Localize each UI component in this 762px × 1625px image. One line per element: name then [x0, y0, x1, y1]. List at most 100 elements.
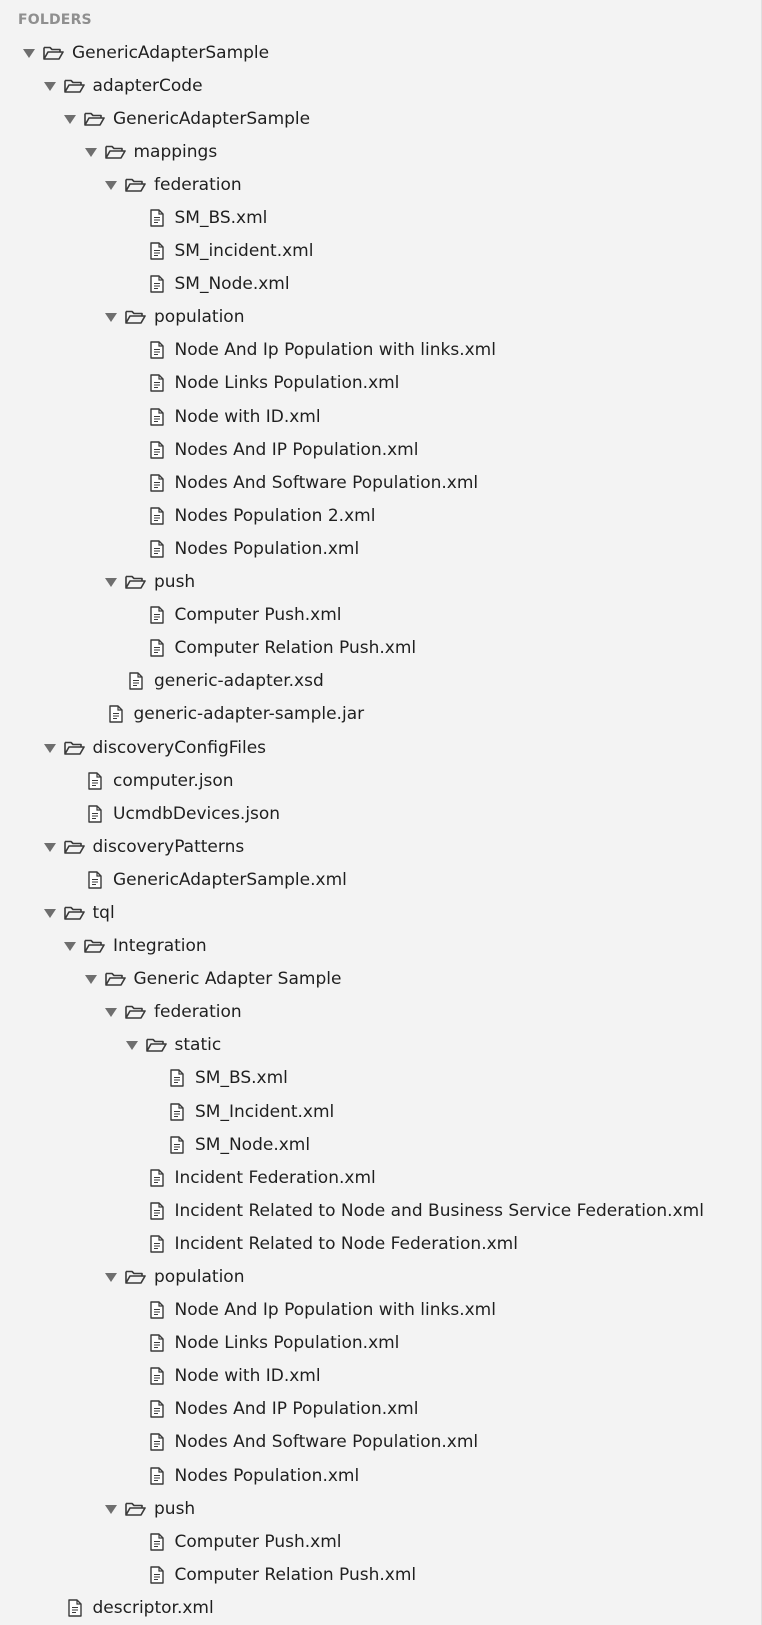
tree-item-label: population [154, 307, 245, 328]
tree-folder-item[interactable]: population [0, 301, 762, 334]
tree-file-item[interactable]: Computer Push.xml [0, 599, 762, 632]
chevron-down-icon[interactable] [104, 310, 118, 324]
tree-file-item[interactable]: Node Links Population.xml [0, 1327, 762, 1360]
tree-folder-item[interactable]: federation [0, 168, 762, 201]
chevron-down-icon[interactable] [43, 906, 57, 920]
tree-file-item[interactable]: Incident Related to Node Federation.xml [0, 1227, 762, 1260]
tree-file-item[interactable]: Nodes And Software Population.xml [0, 1426, 762, 1459]
tree-folder-item[interactable]: Generic Adapter Sample [0, 963, 762, 996]
tree-item-label: mappings [133, 141, 218, 162]
file-icon [149, 341, 164, 360]
chevron-down-icon[interactable] [104, 178, 118, 192]
file-icon [170, 1135, 184, 1154]
tree-file-item[interactable]: SM_BS.xml [0, 201, 762, 234]
tree-folder-item[interactable]: discoveryConfigFiles [0, 731, 762, 764]
tree-item-label: Node with ID.xml [174, 1366, 321, 1387]
tree-folder-item[interactable]: adapterCode [0, 69, 762, 102]
file-icon [149, 1433, 164, 1452]
file-icon [170, 1102, 184, 1121]
tree-item-label: Nodes Population.xml [174, 538, 360, 559]
tree-file-item[interactable]: SM_BS.xml [0, 1062, 762, 1095]
tree-file-item[interactable]: Node with ID.xml [0, 400, 762, 433]
tree-file-item[interactable]: Computer Relation Push.xml [0, 632, 762, 665]
tree-file-item[interactable]: Incident Federation.xml [0, 1161, 762, 1194]
file-icon [149, 1202, 164, 1220]
chevron-down-icon[interactable] [104, 1270, 118, 1284]
tree-item-label: Node Links Population.xml [174, 1333, 400, 1354]
folder-open-icon [125, 178, 146, 192]
tree-file-item[interactable]: Nodes And IP Population.xml [0, 1393, 762, 1426]
chevron-down-icon[interactable] [63, 939, 77, 953]
tree-folder-item[interactable]: discoveryPatterns [0, 830, 762, 863]
chevron-down-icon[interactable] [84, 972, 98, 986]
tree-item-label: GenericAdapterSample [113, 108, 311, 129]
tree-file-item[interactable]: Node And Ip Population with links.xml [0, 334, 762, 367]
tree-file-item[interactable]: Computer Push.xml [0, 1525, 762, 1558]
file-icon [170, 1069, 184, 1088]
chevron-down-icon[interactable] [84, 145, 98, 159]
file-icon [88, 805, 102, 823]
file-icon [149, 275, 164, 293]
tree-file-item[interactable]: Nodes And Software Population.xml [0, 466, 762, 499]
tree-folder-item[interactable]: federation [0, 996, 762, 1029]
tree-file-item[interactable]: generic-adapter.xsd [0, 665, 762, 698]
chevron-down-icon[interactable] [43, 840, 57, 854]
chevron-down-icon[interactable] [63, 112, 77, 126]
file-icon [149, 540, 164, 558]
tree-folder-item[interactable]: static [0, 1029, 762, 1062]
tree-folder-item[interactable]: push [0, 566, 762, 599]
tree-item-label: SM_incident.xml [174, 241, 314, 262]
tree-item-label: computer.json [113, 770, 234, 791]
folder-open-icon [104, 145, 126, 159]
tree-file-item[interactable]: Computer Relation Push.xml [0, 1558, 762, 1591]
tree-folder-item[interactable]: tql [0, 896, 762, 929]
folder-open-icon [63, 79, 85, 93]
tree-folder-item[interactable]: GenericAdapterSample [0, 36, 762, 69]
file-icon [149, 1466, 164, 1485]
tree-file-item[interactable]: Node with ID.xml [0, 1360, 762, 1393]
tree-item-label: Computer Push.xml [174, 605, 342, 626]
tree-file-item[interactable]: Nodes Population.xml [0, 532, 762, 565]
file-icon [149, 1566, 164, 1584]
tree-file-item[interactable]: Nodes And IP Population.xml [0, 433, 762, 466]
chevron-down-icon[interactable] [43, 741, 57, 755]
tree-file-item[interactable]: Incident Related to Node and Business Se… [0, 1194, 762, 1227]
tree-file-item[interactable]: descriptor.xml [0, 1591, 762, 1624]
tree-folder-item[interactable]: population [0, 1260, 762, 1293]
folder-open-icon [125, 575, 146, 589]
tree-folder-item[interactable]: push [0, 1492, 762, 1525]
tree-file-item[interactable]: UcmdbDevices.json [0, 797, 762, 830]
tree-item-label: discoveryConfigFiles [92, 737, 267, 758]
folder-open-icon [125, 1005, 146, 1020]
tree-item-label: Node And Ip Population with links.xml [174, 340, 496, 361]
chevron-down-icon[interactable] [104, 1005, 118, 1019]
folder-open-icon [63, 906, 85, 920]
tree-item-label: adapterCode [92, 75, 203, 96]
tree-file-item[interactable]: SM_Incident.xml [0, 1095, 762, 1128]
tree-folder-item[interactable]: Integration [0, 930, 762, 963]
tree-folder-item[interactable]: GenericAdapterSample [0, 102, 762, 135]
file-icon [108, 705, 123, 724]
folder-open-icon [125, 310, 146, 325]
tree-file-item[interactable]: SM_incident.xml [0, 235, 762, 268]
tree-item-label: Generic Adapter Sample [133, 969, 342, 990]
tree-file-item[interactable]: Nodes Population 2.xml [0, 499, 762, 532]
chevron-down-icon[interactable] [104, 1502, 118, 1516]
tree-file-item[interactable]: GenericAdapterSample.xml [0, 863, 762, 896]
chevron-down-icon[interactable] [104, 575, 118, 589]
tree-file-item[interactable]: Node And Ip Population with links.xml [0, 1294, 762, 1327]
file-icon [149, 1235, 164, 1253]
folder-tree: GenericAdapterSample adapterCode GenericAd… [0, 36, 762, 1625]
tree-file-item[interactable]: SM_Node.xml [0, 268, 762, 301]
tree-file-item[interactable]: SM_Node.xml [0, 1128, 762, 1161]
tree-file-item[interactable]: Nodes Population.xml [0, 1459, 762, 1492]
file-icon [88, 771, 102, 790]
tree-folder-item[interactable]: mappings [0, 135, 762, 168]
tree-file-item[interactable]: Node Links Population.xml [0, 367, 762, 400]
chevron-down-icon[interactable] [43, 79, 57, 93]
tree-file-item[interactable]: computer.json [0, 764, 762, 797]
chevron-down-icon[interactable] [125, 1038, 139, 1052]
chevron-down-icon[interactable] [22, 46, 36, 60]
file-icon [149, 407, 164, 426]
tree-file-item[interactable]: generic-adapter-sample.jar [0, 698, 762, 731]
